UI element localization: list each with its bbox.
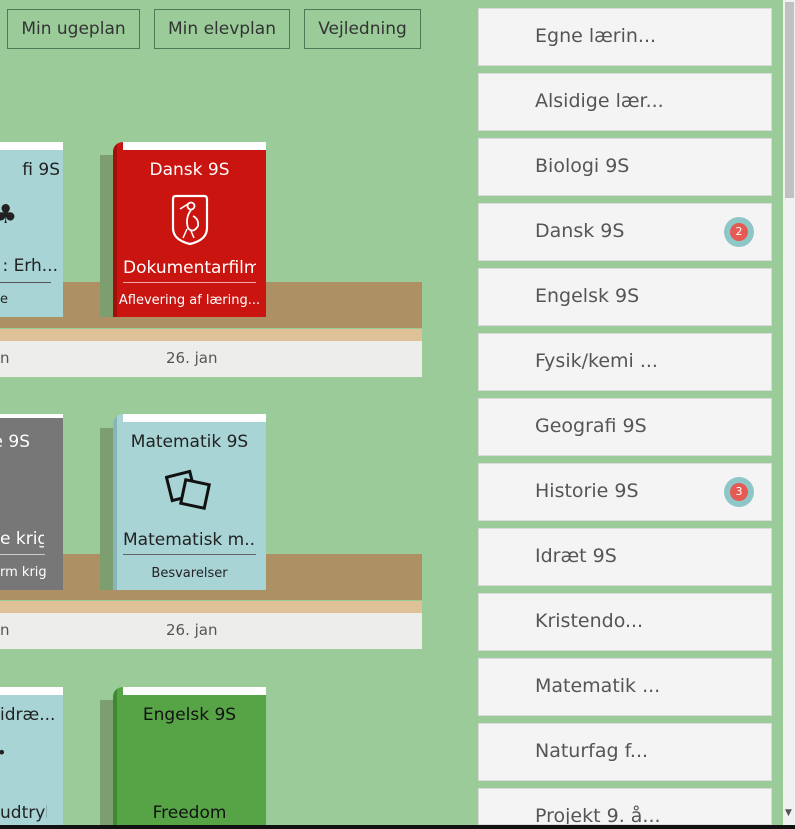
dot-icon: • <box>0 743 6 762</box>
sidebar-item-label: Projekt 9. å... <box>535 805 661 825</box>
sidebar-item-label: Fysik/kemi ... <box>535 350 658 372</box>
shelf-lip <box>0 601 422 613</box>
sidebar-item-label: Engelsk 9S <box>535 285 640 307</box>
sidebar-item[interactable]: Matematik ... <box>478 658 772 716</box>
book-title: Dansk 9S <box>149 160 230 180</box>
book-small-text: rm krig <box>0 565 46 580</box>
sidebar-item[interactable]: Biologi 9S <box>478 138 772 196</box>
book-dansk[interactable]: Dansk 9S Dokumentarfilm Aflevering af læ… <box>113 142 266 317</box>
book-divider <box>0 282 51 283</box>
sidebar-item[interactable]: Naturfag f... <box>478 723 772 781</box>
book-small-text: Besvarelser <box>151 566 228 581</box>
book-title: fi 9S <box>22 160 60 180</box>
badge-count: 3 <box>730 483 748 501</box>
sidebar-item[interactable]: Fysik/kemi ... <box>478 333 772 391</box>
shelf-date-bar: n 26. jan <box>0 341 422 377</box>
squares-icon <box>164 468 213 516</box>
sidebar-item-label: Dansk 9S <box>535 220 625 242</box>
club-icon: ♣ <box>0 200 18 230</box>
book-small-text: e <box>0 292 8 307</box>
sidebar-item[interactable]: Idræt 9S <box>478 528 772 586</box>
book-shadow <box>100 700 114 829</box>
book-matematik[interactable]: Matematik 9S Matematisk m... Besvarelser <box>113 414 266 590</box>
sidebar-item[interactable]: Kristendo... <box>478 593 772 651</box>
book-subtitle: : Erh... <box>2 256 58 276</box>
stork-logo-icon <box>171 194 209 250</box>
scrollbar-thumb[interactable] <box>785 2 794 198</box>
book-top-edge <box>123 414 266 422</box>
sidebar-item[interactable]: Engelsk 9S <box>478 268 772 326</box>
book-top-edge <box>123 687 266 695</box>
book-shadow <box>100 155 114 317</box>
book-top-edge <box>123 142 266 150</box>
book-title: Engelsk 9S <box>142 705 237 725</box>
sidebar-item-label: Kristendo... <box>535 610 644 632</box>
book-title: e 9S <box>0 432 30 452</box>
book-divider <box>0 554 45 555</box>
shelf-date: n <box>0 349 10 367</box>
book-subtitle: Dokumentarfilm <box>123 258 256 278</box>
book-small-text: Aflevering af læring... <box>118 293 261 308</box>
notification-badge: 2 <box>724 217 754 247</box>
sidebar-item[interactable]: Projekt 9. å... <box>478 788 772 825</box>
shelf-date: 26. jan <box>166 349 218 367</box>
scroll-down-arrow-icon[interactable]: ▼ <box>785 808 795 818</box>
sidebar-item-label: Naturfag f... <box>535 740 649 762</box>
sidebar-item-label: Historie 9S <box>535 480 639 502</box>
sidebar-item[interactable]: Historie 9S 3 <box>478 463 772 521</box>
book-historie[interactable]: e 9S e krig rm krig <box>0 414 63 590</box>
badge-count: 2 <box>730 223 748 241</box>
book-top-edge <box>0 687 63 695</box>
sidebar-item-label: Alsidige lær... <box>535 90 664 112</box>
min-ugeplan-button[interactable]: Min ugeplan <box>7 9 140 49</box>
sidebar-item-label: Biologi 9S <box>535 155 630 177</box>
notification-badge: 3 <box>724 477 754 507</box>
book-subtitle: udtryk <box>0 803 47 823</box>
sidebar-item-label: Matematik ... <box>535 675 661 697</box>
sidebar-item[interactable]: Alsidige lær... <box>478 73 772 131</box>
book-idraet[interactable]: idræ... • udtryk <box>0 687 63 829</box>
vejledning-button[interactable]: Vejledning <box>304 9 421 49</box>
book-engelsk[interactable]: Engelsk 9S Freedom <box>113 687 266 829</box>
sidebar-item-label: Egne lærin... <box>535 25 657 47</box>
shelf-date-bar: n 26. jan <box>0 613 422 649</box>
min-elevplan-button[interactable]: Min elevplan <box>154 9 290 49</box>
sidebar-item-label: Geografi 9S <box>535 415 647 437</box>
shelf-lip <box>0 329 422 341</box>
sidebar-item[interactable]: Geografi 9S <box>478 398 772 456</box>
book-geografi[interactable]: fi 9S ♣ : Erh... e <box>0 142 63 317</box>
bottom-edge <box>0 825 795 829</box>
book-divider <box>123 282 256 283</box>
shelf-date: n <box>0 621 10 639</box>
book-title: Matematik 9S <box>130 432 249 452</box>
book-shadow <box>100 428 114 590</box>
sidebar-item[interactable]: Egne lærin... <box>478 8 772 66</box>
sidebar-item[interactable]: Dansk 9S 2 <box>478 203 772 261</box>
book-subtitle: Matematisk m... <box>123 530 256 550</box>
book-subtitle: Freedom <box>152 803 227 823</box>
book-top-edge <box>0 414 63 418</box>
book-subtitle: e krig <box>0 529 44 549</box>
book-divider <box>123 554 256 555</box>
sidebar-item-label: Idræt 9S <box>535 545 617 567</box>
shelf-date: 26. jan <box>166 621 218 639</box>
book-top-edge <box>0 142 63 150</box>
book-title: idræ... <box>0 705 56 725</box>
